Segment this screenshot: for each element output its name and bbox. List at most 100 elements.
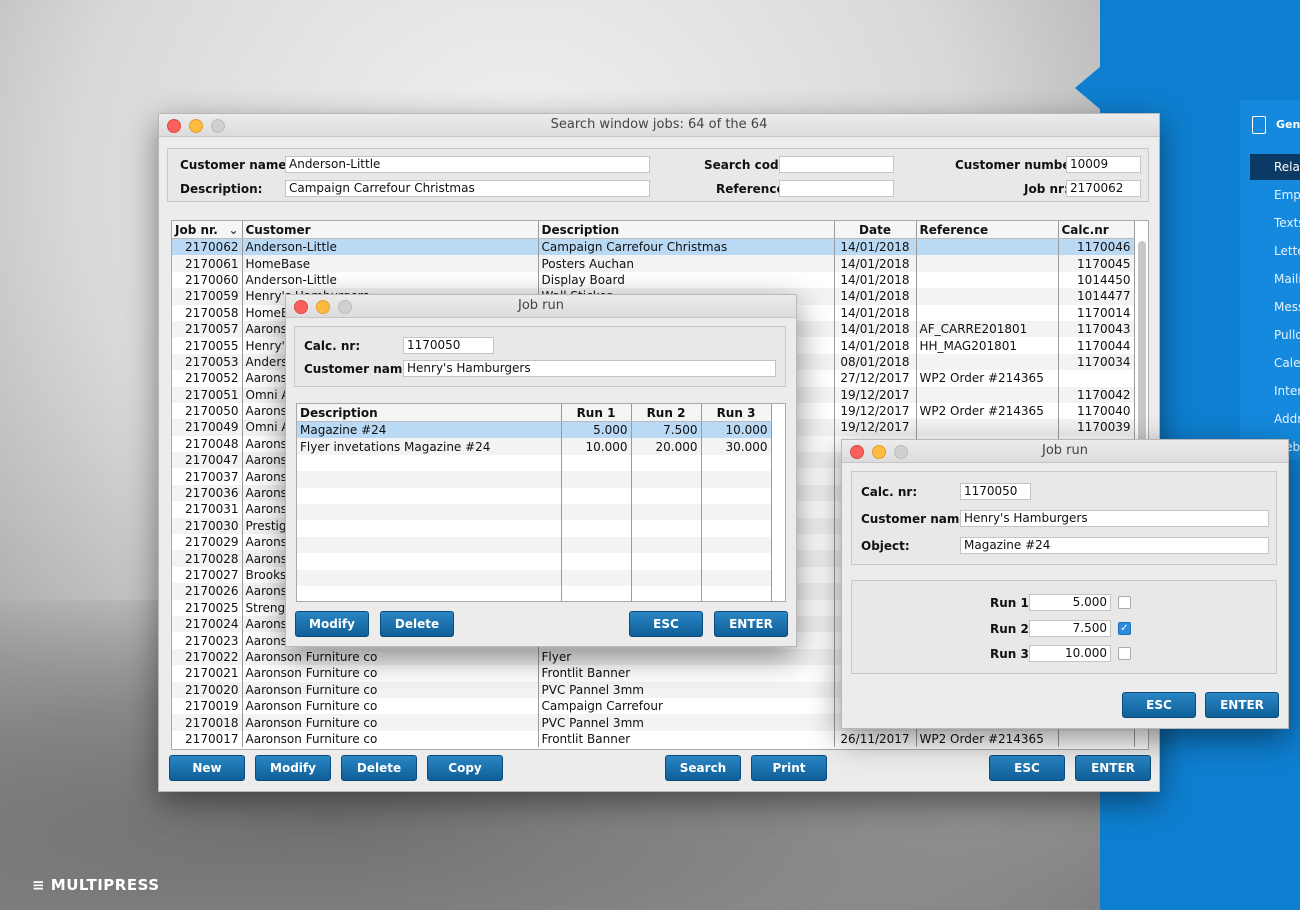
side-menu-item[interactable]: Pulldown — [1250, 322, 1300, 348]
close-button[interactable] — [294, 300, 308, 314]
table-cell — [631, 553, 702, 570]
table-cell — [631, 503, 702, 521]
column-run-3[interactable]: Run 3 — [701, 404, 772, 422]
run-2-checkbox[interactable]: ✓ — [1118, 622, 1131, 635]
esc-button[interactable]: ESC — [989, 755, 1065, 781]
empty-row[interactable] — [297, 520, 772, 537]
delete-button[interactable]: Delete — [380, 611, 454, 637]
run-1-field[interactable]: 5.000 — [1029, 594, 1111, 611]
enter-button[interactable]: ENTER — [1075, 755, 1151, 781]
zoom-button[interactable] — [894, 445, 908, 459]
side-menu-item[interactable]: Texts — [1250, 210, 1300, 236]
customer-name-field[interactable]: Anderson-Little — [285, 156, 650, 173]
side-menu-header: General — [1276, 118, 1300, 131]
run-3-field[interactable]: 10.000 — [1029, 645, 1111, 662]
table-cell: 1170045 — [1058, 255, 1135, 272]
empty-row[interactable] — [297, 569, 772, 586]
customer-name-field[interactable]: Henry's Hamburgers — [960, 510, 1269, 527]
table-row[interactable]: 2170017 Aaronson Furniture co Frontlit Ban… — [172, 730, 1135, 748]
reference-field[interactable] — [779, 180, 894, 197]
empty-row[interactable] — [297, 503, 772, 521]
esc-button[interactable]: ESC — [1122, 692, 1196, 718]
zoom-button[interactable] — [211, 119, 225, 133]
close-button[interactable] — [850, 445, 864, 459]
empty-row[interactable] — [297, 454, 772, 472]
column-date[interactable]: Date — [834, 221, 917, 239]
empty-row[interactable] — [297, 553, 772, 570]
table-cell — [916, 353, 1059, 371]
run-3-checkbox[interactable] — [1118, 647, 1131, 660]
side-menu-item[interactable]: Messages — [1250, 294, 1300, 320]
table-cell: 10.000 — [701, 421, 772, 439]
table-cell: 2170024 — [172, 615, 243, 633]
minimize-button[interactable] — [316, 300, 330, 314]
run-1-checkbox[interactable] — [1118, 596, 1131, 609]
column-calc-nr[interactable]: Calc.nr — [1058, 221, 1135, 239]
table-row[interactable]: 2170060 Anderson-Little Display Board 14/01… — [172, 271, 1135, 289]
search-code-field[interactable] — [779, 156, 894, 173]
calc-nr-field[interactable]: 1170050 — [960, 483, 1031, 500]
modify-button[interactable]: Modify — [295, 611, 369, 637]
side-menu-item[interactable]: Relations — [1250, 154, 1300, 180]
empty-row[interactable] — [297, 585, 772, 601]
column-description[interactable]: Description — [538, 221, 835, 239]
window-controls — [850, 445, 908, 459]
side-menu-item[interactable]: Addresses — [1250, 406, 1300, 432]
side-menu-item[interactable]: Internet — [1250, 378, 1300, 404]
table-cell: Aaronson Furniture co — [242, 681, 539, 698]
enter-button[interactable]: ENTER — [714, 611, 788, 637]
minimize-button[interactable] — [189, 119, 203, 133]
table-cell: 2170019 — [172, 697, 243, 715]
column-run-1[interactable]: Run 1 — [561, 404, 632, 422]
zoom-button[interactable] — [338, 300, 352, 314]
copy-button[interactable]: Copy — [427, 755, 503, 781]
run-2-label: Run 2: — [990, 622, 1034, 636]
column-job-nr[interactable]: Job nr. ⌄ — [172, 221, 243, 239]
table-row[interactable]: 2170062 Anderson-Little Campaign Carrefour… — [172, 238, 1135, 256]
table-cell — [631, 487, 702, 504]
table-cell — [916, 304, 1059, 321]
run-2-field[interactable]: 7.500 — [1029, 620, 1111, 637]
new-button[interactable]: New — [169, 755, 245, 781]
table-row[interactable]: Flyer invetations Magazine #24 10.000 20.0… — [297, 438, 772, 455]
table-cell — [916, 238, 1059, 256]
table-cell: 14/01/2018 — [834, 337, 917, 354]
table-cell: 2170017 — [172, 730, 243, 748]
side-menu-item[interactable]: Employees — [1250, 182, 1300, 208]
enter-button[interactable]: ENTER — [1205, 692, 1279, 718]
table-cell: 2170028 — [172, 550, 243, 567]
delete-button[interactable]: Delete — [341, 755, 417, 781]
table-row[interactable]: 2170061 HomeBase Posters Auchan 14/01/2018 1… — [172, 255, 1135, 272]
esc-button[interactable]: ESC — [629, 611, 703, 637]
column-description[interactable]: Description — [297, 404, 562, 422]
customer-name-field[interactable]: Henry's Hamburgers — [403, 360, 776, 377]
table-row[interactable]: Magazine #24 5.000 7.500 10.000 — [297, 421, 772, 439]
modify-button[interactable]: Modify — [255, 755, 331, 781]
empty-row[interactable] — [297, 536, 772, 554]
table-cell: 2170023 — [172, 632, 243, 649]
column-customer[interactable]: Customer — [242, 221, 539, 239]
column-reference[interactable]: Reference — [916, 221, 1059, 239]
title-bar: Job run — [286, 295, 796, 318]
column-run-2[interactable]: Run 2 — [631, 404, 702, 422]
job-info-group: Calc. nr: 1170050 Customer name: Henry's… — [851, 471, 1277, 565]
title-bar: Search window jobs: 64 of the 64 — [159, 114, 1159, 137]
print-button[interactable]: Print — [751, 755, 827, 781]
empty-row[interactable] — [297, 471, 772, 488]
side-menu-item[interactable]: Letters — [1250, 238, 1300, 264]
minimize-button[interactable] — [872, 445, 886, 459]
table-cell: Frontlit Banner — [538, 665, 835, 682]
search-button[interactable]: Search — [665, 755, 741, 781]
table-cell: Anderson-Little — [242, 238, 539, 256]
object-field[interactable]: Magazine #24 — [960, 537, 1269, 554]
table-cell — [297, 553, 562, 570]
empty-row[interactable] — [297, 487, 772, 504]
side-menu-item[interactable]: Mailings — [1250, 266, 1300, 292]
job-nr-field[interactable]: 2170062 — [1066, 180, 1141, 197]
sort-chevron-icon: ⌄ — [228, 222, 239, 237]
description-field[interactable]: Campaign Carrefour Christmas — [285, 180, 650, 197]
side-menu-item[interactable]: Calendar — [1250, 350, 1300, 376]
customer-number-field[interactable]: 10009 — [1066, 156, 1141, 173]
close-button[interactable] — [167, 119, 181, 133]
calc-nr-field[interactable]: 1170050 — [403, 337, 494, 354]
